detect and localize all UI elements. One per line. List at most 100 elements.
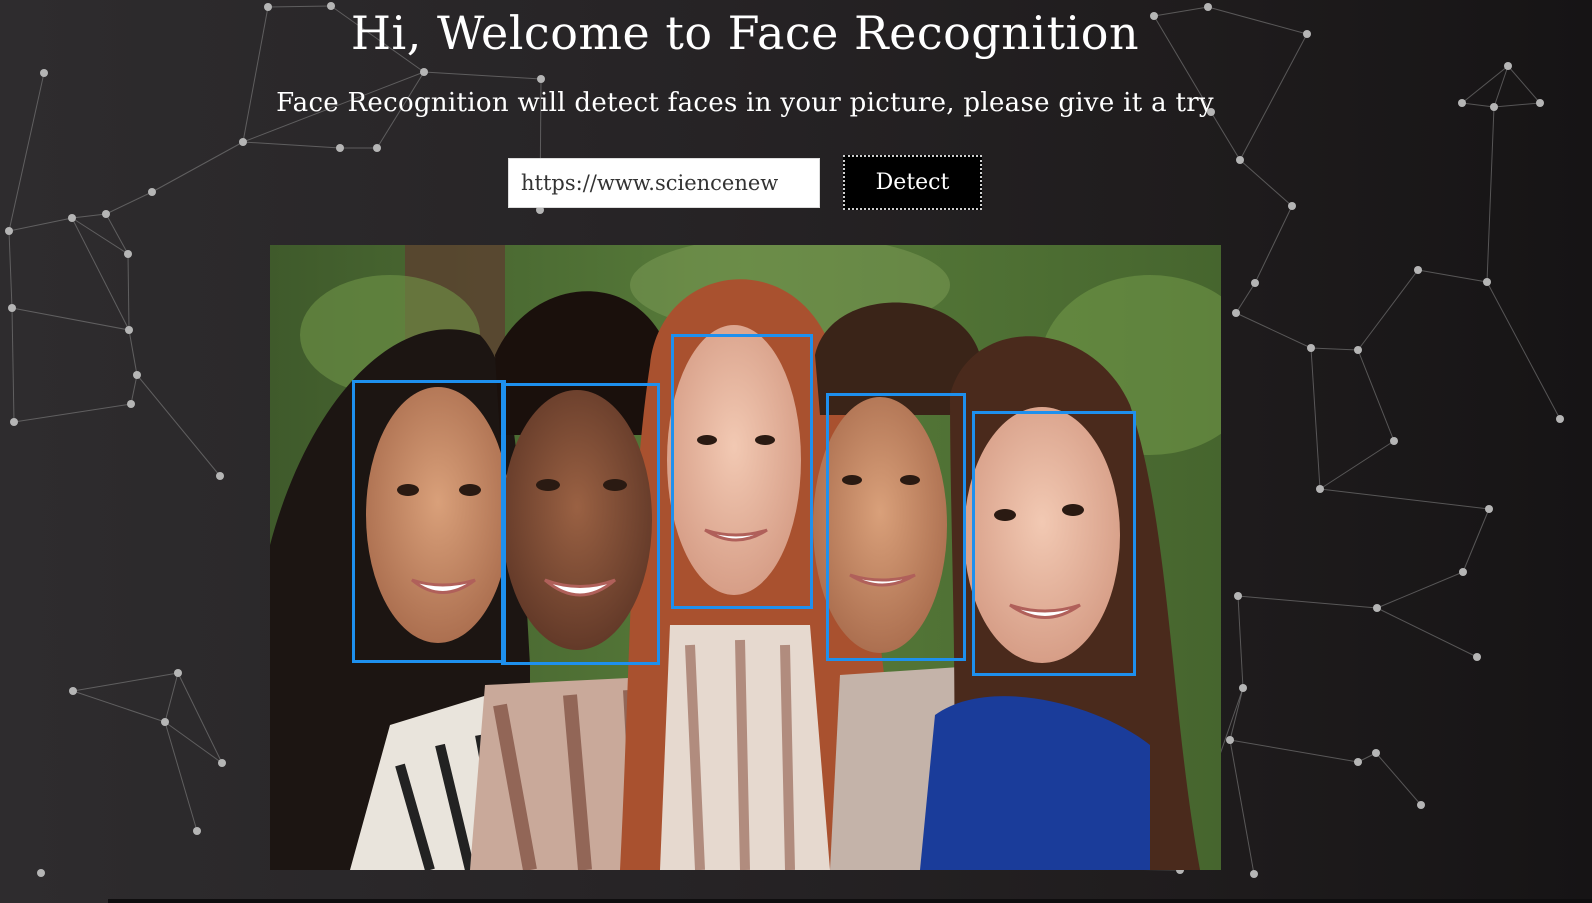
page-title: Hi, Welcome to Face Recognition [350, 6, 1140, 60]
network-dot [1250, 870, 1258, 878]
network-line [1229, 739, 1359, 763]
network-line [8, 217, 73, 232]
network-dot [1354, 346, 1362, 354]
network-dot [1307, 344, 1315, 352]
network-dot [1414, 266, 1422, 274]
network-dot [1485, 505, 1493, 513]
uploaded-photo [270, 245, 1221, 870]
detect-button[interactable]: Detect [843, 155, 982, 210]
network-dot [10, 418, 18, 426]
network-line [13, 403, 132, 423]
network-line [1229, 687, 1244, 741]
network-line [128, 329, 138, 376]
network-dot [216, 472, 224, 480]
network-line [1229, 739, 1255, 875]
network-dot [1473, 653, 1481, 661]
network-line [1357, 269, 1419, 351]
network-line [1319, 440, 1395, 490]
network-dot [125, 326, 133, 334]
network-line [1239, 159, 1293, 207]
network-line [164, 721, 223, 764]
network-line [1310, 347, 1359, 351]
network-line [72, 690, 166, 723]
network-line [177, 672, 223, 764]
network-line [8, 230, 13, 309]
network-dot [1239, 684, 1247, 692]
network-line [1462, 508, 1490, 573]
network-line [1486, 106, 1495, 283]
network-line [71, 217, 130, 331]
network-line [1310, 347, 1321, 490]
network-line [136, 374, 221, 477]
network-dot [1390, 437, 1398, 445]
page-subtitle: Face Recognition will detect faces in yo… [276, 88, 1214, 118]
url-form: Detect [508, 155, 982, 210]
network-dot [8, 304, 16, 312]
network-line [1319, 488, 1490, 510]
network-line [130, 374, 138, 405]
network-line [1235, 282, 1256, 314]
network-dot [336, 144, 344, 152]
network-dot [68, 214, 76, 222]
network-dot [1459, 568, 1467, 576]
network-line [164, 672, 179, 723]
face-box-1 [352, 380, 506, 663]
network-dot [1288, 202, 1296, 210]
network-dot [102, 210, 110, 218]
network-line [1210, 111, 1241, 161]
network-dot [148, 188, 156, 196]
network-dot [537, 75, 545, 83]
image-url-input[interactable] [508, 157, 820, 208]
network-line [242, 141, 341, 149]
network-line [1375, 752, 1422, 806]
network-dot [373, 144, 381, 152]
face-box-3 [671, 334, 813, 609]
network-line [423, 71, 542, 80]
face-box-4 [826, 393, 966, 661]
network-line [105, 213, 129, 255]
network-line [1376, 571, 1464, 609]
bottom-bar [108, 899, 1592, 903]
network-dot [1373, 604, 1381, 612]
network-dot [1234, 592, 1242, 600]
network-line [1417, 269, 1488, 283]
network-dot [133, 371, 141, 379]
network-line [151, 141, 244, 193]
face-box-5 [972, 411, 1136, 676]
network-dot [1236, 156, 1244, 164]
network-dot [124, 250, 132, 258]
network-dot [1536, 99, 1544, 107]
network-line [1237, 595, 1378, 609]
network-line [1254, 205, 1293, 284]
network-dot [161, 718, 169, 726]
network-dot [127, 400, 135, 408]
network-dot [1417, 801, 1425, 809]
network-dot [1490, 103, 1498, 111]
network-dot [5, 227, 13, 235]
network-dot [420, 68, 428, 76]
network-dot [69, 687, 77, 695]
network-line [1486, 281, 1561, 420]
network-dot [1232, 309, 1240, 317]
network-line [11, 307, 15, 423]
network-dot [1372, 749, 1380, 757]
face-box-2 [501, 383, 660, 665]
network-dot [37, 869, 45, 877]
network-line [1507, 65, 1541, 104]
network-line [71, 213, 107, 219]
network-dot [1251, 279, 1259, 287]
network-dot [1556, 415, 1564, 423]
network-dot [174, 669, 182, 677]
network-dot [193, 827, 201, 835]
network-dot [218, 759, 226, 767]
network-line [1376, 607, 1478, 658]
network-dot [1316, 485, 1324, 493]
network-line [105, 191, 153, 215]
network-dot [1226, 736, 1234, 744]
network-line [164, 721, 198, 832]
network-dot [1504, 62, 1512, 70]
network-dot [40, 69, 48, 77]
network-line [1357, 349, 1395, 442]
network-line [1235, 312, 1312, 349]
network-dot [1483, 278, 1491, 286]
